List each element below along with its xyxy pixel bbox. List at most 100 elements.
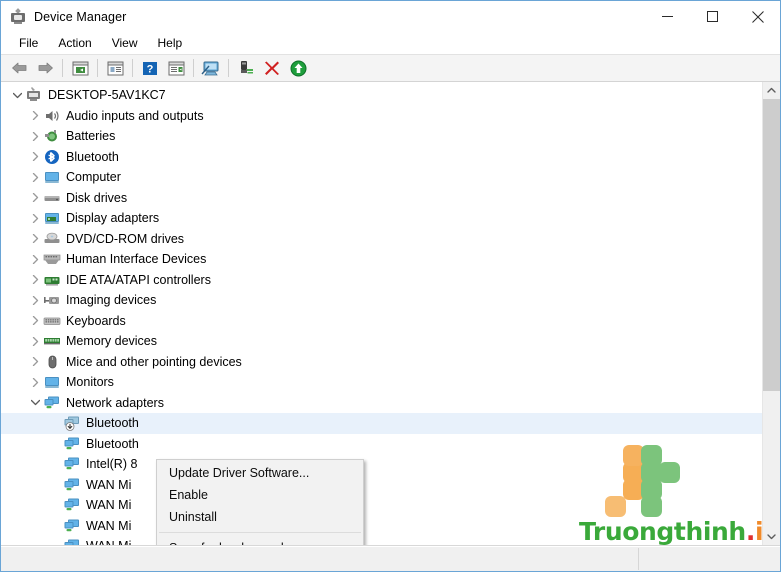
chevron-right-icon[interactable] [27,210,43,226]
tree-row-label: Monitors [66,375,114,390]
scrollbar-down-button[interactable] [763,528,780,545]
tree-row-network-adapter-intel[interactable]: Intel(R) 8 [1,454,762,475]
tree-row-memory-devices[interactable]: Memory devices [1,331,762,352]
chevron-right-icon[interactable] [27,354,43,370]
red-x-icon[interactable] [259,56,285,80]
battery-icon [43,128,61,144]
tree-row-label: Network adapters [66,395,164,410]
tree-row-network-adapter-bluetooth[interactable]: Bluetooth [1,434,762,455]
tree-row-label: WAN Mi [86,477,132,492]
chevron-right-icon[interactable] [27,313,43,329]
tree-row-network-adapter-wan-2[interactable]: WAN Mi [1,495,762,516]
help-question-icon[interactable]: ? [137,56,163,80]
scrollbar-track[interactable] [763,99,780,528]
properties-icon[interactable] [102,56,128,80]
tree-row-label: Human Interface Devices [66,252,207,267]
tree-row-label: Mice and other pointing devices [66,354,242,369]
network-adapter-icon [63,497,81,513]
chevron-right-icon[interactable] [27,128,43,144]
scan-monitor-icon[interactable] [198,56,224,80]
chevron-right-icon[interactable] [27,333,43,349]
tree-row-label: Imaging devices [66,293,157,308]
forward-button[interactable] [32,56,58,80]
action-pane-icon[interactable] [163,56,189,80]
tree-row-label: Keyboards [66,313,126,328]
scrollbar-thumb[interactable] [763,99,780,391]
tree-row-label: WAN Mi [86,539,135,545]
network-adapter-icon [63,436,81,452]
tree-row-label: WAN Mi [86,518,132,533]
tree-row-monitors[interactable]: Monitors [1,372,762,393]
menu-help[interactable]: Help [148,33,193,53]
menu-view[interactable]: View [102,33,148,53]
tree-row-keyboards[interactable]: Keyboards [1,311,762,332]
tree-row-batteries[interactable]: Batteries [1,126,762,147]
tree-row-network-adapter-bluetooth-disabled[interactable]: Bluetooth [1,413,762,434]
chevron-right-icon[interactable] [27,190,43,206]
chevron-right-icon[interactable] [27,149,43,165]
context-menu-item-scan-for-hardware-changes[interactable]: Scan for hardware changes [157,537,363,545]
tree-row-label: DVD/CD-ROM drives [66,231,185,246]
tree-row-network-adapters[interactable]: Network adapters [1,393,762,414]
window-title: Device Manager [34,9,127,24]
tree-row-network-adapter-wan-4[interactable]: WAN Mi [1,536,762,545]
minimize-icon[interactable] [645,1,690,32]
scrollbar-up-button[interactable] [763,82,780,99]
back-button[interactable] [6,56,32,80]
green-up-arrow-icon[interactable] [285,56,311,80]
monitor-icon [43,374,61,390]
maximize-icon[interactable] [690,1,735,32]
tree-row-bluetooth[interactable]: Bluetooth [1,147,762,168]
tree-row-label: WAN Mi [86,498,132,513]
context-menu-item-enable[interactable]: Enable [157,484,363,506]
tree-row-ide-ata-atapi-controllers[interactable]: IDE ATA/ATAPI controllers [1,270,762,291]
tree-row-network-adapter-wan-3[interactable]: WAN Mi [1,516,762,537]
computer-icon [43,169,61,185]
context-menu[interactable]: Update Driver Software... Enable Uninsta… [156,459,364,545]
tree-row-label: Disk drives [66,190,128,205]
tree-row-label: Bluetooth [86,416,139,431]
close-icon[interactable] [735,1,780,32]
chevron-right-icon[interactable] [27,374,43,390]
tree-row-label: Audio inputs and outputs [66,108,204,123]
context-menu-item-uninstall[interactable]: Uninstall [157,506,363,528]
tree-row-network-adapter-wan-1[interactable]: WAN Mi [1,475,762,496]
update-driver-icon[interactable] [233,56,259,80]
chevron-right-icon[interactable] [27,272,43,288]
tree-row-label: Display adapters [66,211,160,226]
context-menu-item-update-driver-software[interactable]: Update Driver Software... [157,462,363,484]
svg-text:?: ? [147,63,154,75]
chevron-down-icon[interactable] [9,87,25,103]
chevron-down-icon[interactable] [27,395,43,411]
vertical-scrollbar[interactable] [762,82,780,545]
dvd-drive-icon [43,231,61,247]
toolbar-separator-4 [193,59,194,77]
tree-row-human-interface-devices[interactable]: Human Interface Devices [1,249,762,270]
console-tree-icon[interactable] [67,56,93,80]
chevron-right-icon[interactable] [27,169,43,185]
tree-row-root[interactable]: DESKTOP-5AV1KC7 [1,85,762,106]
device-tree[interactable]: DESKTOP-5AV1KC7 Audio inputs and outputs [1,82,762,545]
toolbar-separator-2 [97,59,98,77]
tree-row-display-adapters[interactable]: Display adapters [1,208,762,229]
tree-row-dvd-cd-rom-drives[interactable]: DVD/CD-ROM drives [1,229,762,250]
toolbar-separator-5 [228,59,229,77]
chevron-right-icon[interactable] [27,231,43,247]
chevron-right-icon[interactable] [27,108,43,124]
tree-row-computer[interactable]: Computer [1,167,762,188]
tree-row-mice-and-other-pointing-devices[interactable]: Mice and other pointing devices [1,352,762,373]
keyboard-icon [43,313,61,329]
chevron-right-icon[interactable] [27,251,43,267]
menu-action[interactable]: Action [48,33,101,53]
menu-file[interactable]: File [9,33,48,53]
tree-row-imaging-devices[interactable]: Imaging devices [1,290,762,311]
title-bar: Device Manager [1,1,780,32]
tree-row-audio-inputs-and-outputs[interactable]: Audio inputs and outputs [1,106,762,127]
tree-row-disk-drives[interactable]: Disk drives [1,188,762,209]
speaker-icon [43,108,61,124]
network-adapter-icon [63,477,81,493]
menu-bar: File Action View Help [1,32,780,54]
ide-controller-icon [43,272,61,288]
device-manager-icon [10,7,26,25]
chevron-right-icon[interactable] [27,292,43,308]
